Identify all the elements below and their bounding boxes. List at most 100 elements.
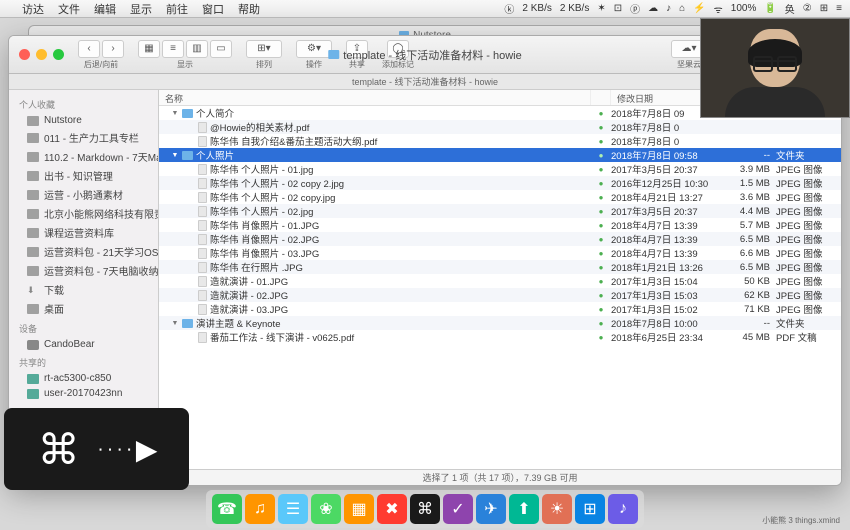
folder-icon — [27, 152, 39, 162]
window-controls — [19, 49, 64, 60]
folder-icon — [27, 190, 39, 200]
dock-app[interactable]: ⌘ — [410, 494, 440, 524]
dock-app[interactable]: ☰ — [278, 494, 308, 524]
sidebar-item[interactable]: 011 - 生产力工具专栏 — [9, 128, 158, 147]
menu-编辑[interactable]: 编辑 — [94, 4, 116, 16]
status-icon[interactable]: ⓟ — [630, 1, 640, 16]
sync-status-icon: ● — [591, 221, 611, 230]
status-icon[interactable]: 2 KB/s — [522, 3, 551, 14]
folder-icon — [27, 228, 39, 238]
file-row[interactable]: 陈华伟 自我介绍&番茄主题活动大纲.pdf●2018年7月8日 0 — [159, 134, 841, 148]
dock-app[interactable]: ✓ — [443, 494, 473, 524]
sidebar-item[interactable]: 下载 — [9, 280, 158, 299]
file-row[interactable]: 陈华伟 肖像照片 - 01.JPG●2018年4月7日 13:395.7 MBJ… — [159, 218, 841, 232]
status-icon[interactable]: ⚡ — [693, 3, 705, 14]
dock-app[interactable]: ♫ — [245, 494, 275, 524]
menu-窗口[interactable]: 窗口 — [202, 4, 224, 16]
status-icon[interactable]: 2 KB/s — [560, 3, 589, 14]
disclosure-triangle-icon[interactable]: ▼ — [171, 110, 179, 117]
action-button[interactable]: ⚙▾ — [296, 40, 332, 58]
close-button[interactable] — [19, 49, 30, 60]
view-column-button[interactable]: ▥ — [186, 40, 208, 58]
dock-app[interactable]: ❀ — [311, 494, 341, 524]
sidebar-item[interactable]: user-20170423nn — [9, 386, 158, 401]
status-icon[interactable]: 100% — [731, 3, 757, 14]
desktop-file[interactable]: 小能熊 3 things.xmind — [762, 515, 840, 526]
dock-app[interactable]: ▦ — [344, 494, 374, 524]
file-row[interactable]: 陈华伟 肖像照片 - 03.JPG●2018年4月7日 13:396.6 MBJ… — [159, 246, 841, 260]
status-icon[interactable]: ☁ — [648, 3, 658, 14]
disclosure-triangle-icon[interactable]: ▼ — [171, 320, 179, 327]
dock-app[interactable]: ☀ — [542, 494, 572, 524]
file-icon — [198, 220, 207, 231]
file-row[interactable]: 陈华伟 个人照片 - 02.jpg●2017年3月5日 20:374.4 MBJ… — [159, 204, 841, 218]
dock-app[interactable]: ⊞ — [575, 494, 605, 524]
sidebar-item[interactable]: rt-ac5300-c850 — [9, 371, 158, 386]
sidebar-item-label: 出书 - 知识管理 — [44, 168, 113, 183]
arrange-button[interactable]: ⊞▾ — [246, 40, 282, 58]
file-row[interactable]: @Howie的相关素材.pdf●2018年7月8日 0 — [159, 120, 841, 134]
maximize-button[interactable] — [53, 49, 64, 60]
dock-app[interactable]: ⬆ — [509, 494, 539, 524]
view-icon-button[interactable]: ▦ — [138, 40, 160, 58]
sidebar-item[interactable]: Nutstore — [9, 113, 158, 128]
sidebar-item[interactable]: 运营 - 小鹅通素材 — [9, 185, 158, 204]
sidebar-item[interactable]: 运营资料包 - 7天电脑收纳集… — [9, 261, 158, 280]
status-icon[interactable]: ⌂ — [679, 3, 685, 14]
dock-app[interactable]: ✖ — [377, 494, 407, 524]
status-icon[interactable]: ② — [803, 3, 812, 14]
view-gallery-button[interactable]: ▭ — [210, 40, 232, 58]
status-icon[interactable]: ⊡ — [614, 3, 622, 14]
dock-app[interactable]: ♪ — [608, 494, 638, 524]
file-date: 2018年4月7日 13:39 — [611, 218, 721, 232]
keystroke-overlay: ⌘ ∙∙∙∙▶ — [4, 408, 189, 490]
back-button[interactable]: ‹ — [78, 40, 100, 58]
sidebar-item-label: 北京小能熊网络科技有限责… — [44, 206, 158, 221]
menu-前往[interactable]: 前往 — [166, 4, 188, 16]
app-name[interactable]: 访达 — [22, 1, 44, 17]
col-name[interactable]: 名称 — [159, 90, 591, 105]
mon-icon — [27, 340, 39, 350]
sidebar-item[interactable]: 桌面 — [9, 299, 158, 318]
file-row[interactable]: 造就演讲 - 02.JPG●2017年1月3日 15:0362 KBJPEG 图… — [159, 288, 841, 302]
file-icon — [198, 304, 207, 315]
disclosure-triangle-icon[interactable]: ▼ — [171, 152, 179, 159]
file-row[interactable]: ▼演讲主题 & Keynote●2018年7月8日 10:00--文件夹 — [159, 316, 841, 330]
view-list-button[interactable]: ≡ — [162, 40, 184, 58]
file-row[interactable]: 陈华伟 个人照片 - 02 copy 2.jpg●2016年12月25日 10:… — [159, 176, 841, 190]
status-icon[interactable]: ≡ — [836, 3, 842, 14]
file-row[interactable]: ▼个人照片●2018年7月8日 09:58--文件夹 — [159, 148, 841, 162]
file-row[interactable]: 陈华伟 个人照片 - 01.jpg●2017年3月5日 20:373.9 MBJ… — [159, 162, 841, 176]
sidebar-item[interactable]: 110.2 - Markdown - 7天Mar… — [9, 147, 158, 166]
dock-app[interactable]: ✈ — [476, 494, 506, 524]
file-row[interactable]: 番茄工作法 - 线下演讲 - v0625.pdf●2018年6月25日 23:3… — [159, 330, 841, 344]
sidebar-item[interactable]: 运营资料包 - 21天学习OS训… — [9, 242, 158, 261]
dock-app[interactable]: ☎ — [212, 494, 242, 524]
status-icon[interactable]: ᯤ — [714, 2, 723, 16]
forward-button[interactable]: › — [102, 40, 124, 58]
status-icon[interactable]: 奂 — [785, 1, 795, 16]
file-row[interactable]: 造就演讲 - 01.JPG●2017年1月3日 15:0450 KBJPEG 图… — [159, 274, 841, 288]
file-row[interactable]: 造就演讲 - 03.JPG●2017年1月3日 15:0271 KBJPEG 图… — [159, 302, 841, 316]
menu-文件[interactable]: 文件 — [58, 4, 80, 16]
menu-显示[interactable]: 显示 — [130, 4, 152, 16]
file-row[interactable]: 陈华伟 个人照片 - 02 copy.jpg●2018年4月21日 13:273… — [159, 190, 841, 204]
sidebar-item[interactable]: 北京小能熊网络科技有限责… — [9, 204, 158, 223]
sidebar-item[interactable]: 课程运营资料库 — [9, 223, 158, 242]
menu-帮助[interactable]: 帮助 — [238, 4, 260, 16]
status-icon[interactable]: ✶ — [597, 3, 605, 14]
file-name: 陈华伟 个人照片 - 02 copy 2.jpg — [210, 176, 344, 190]
file-kind: JPEG 图像 — [776, 232, 841, 246]
file-size: 4.4 MB — [721, 206, 776, 217]
sidebar-item[interactable]: 出书 - 知识管理 — [9, 166, 158, 185]
status-icon[interactable]: ♪ — [666, 3, 671, 14]
col-status[interactable] — [591, 90, 611, 105]
minimize-button[interactable] — [36, 49, 47, 60]
status-icon[interactable]: ⓚ — [504, 1, 514, 16]
status-icon[interactable]: 🔋 — [764, 3, 776, 14]
status-icon[interactable]: ⊞ — [820, 3, 828, 14]
sidebar-item[interactable]: CandoBear — [9, 337, 158, 352]
file-date: 2018年4月21日 13:27 — [611, 190, 721, 204]
file-row[interactable]: 陈华伟 在行照片 .JPG●2018年1月21日 13:266.5 MBJPEG… — [159, 260, 841, 274]
file-row[interactable]: 陈华伟 肖像照片 - 02.JPG●2018年4月7日 13:396.5 MBJ… — [159, 232, 841, 246]
